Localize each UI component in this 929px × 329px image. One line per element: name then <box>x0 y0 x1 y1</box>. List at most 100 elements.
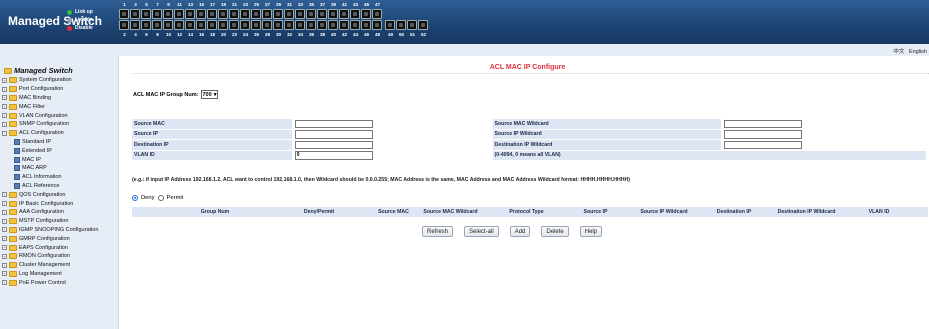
expand-icon[interactable]: + <box>2 245 7 251</box>
ethernet-port-icon[interactable] <box>306 20 316 30</box>
sidebar-item-mstp-configuration[interactable]: + MSTP Configuration <box>2 217 98 226</box>
destination-ip-wildcard-input[interactable] <box>724 140 803 149</box>
sidebar-item-acl-configuration[interactable]: − ACL Configuration <box>2 129 98 138</box>
sidebar-item-gmrp-configuration[interactable]: + GMRP Configuration <box>2 234 98 243</box>
ethernet-port-icon[interactable] <box>163 20 173 30</box>
ethernet-port-icon[interactable] <box>196 9 206 19</box>
ethernet-port-icon[interactable] <box>130 20 140 30</box>
sidebar-item-poe-power-control[interactable]: + PoE Power Control <box>2 278 98 287</box>
group-num-select[interactable]: 700 ▾ <box>200 90 219 99</box>
sidebar-item-qos-configuration[interactable]: + QOS Configuration <box>2 190 98 199</box>
ethernet-port-icon[interactable] <box>295 9 305 19</box>
expand-icon[interactable]: + <box>2 262 7 268</box>
sidebar-item-eaps-configuration[interactable]: + EAPS Configuration <box>2 243 98 252</box>
expand-icon[interactable]: + <box>2 121 7 127</box>
ethernet-port-icon[interactable] <box>350 20 360 30</box>
ethernet-port-icon[interactable] <box>152 9 162 19</box>
sidebar-item-mac-arp[interactable]: MAC ARP <box>2 164 98 173</box>
sfp-port-icon[interactable] <box>418 20 428 30</box>
ethernet-port-icon[interactable] <box>185 20 195 30</box>
ethernet-port-icon[interactable] <box>295 20 305 30</box>
lang-english-link[interactable]: English <box>909 49 927 55</box>
ethernet-port-icon[interactable] <box>229 20 239 30</box>
ethernet-port-icon[interactable] <box>207 9 217 19</box>
sidebar-item-igmp-snooping-configuration[interactable]: + IGMP SNOOPING Configuration <box>2 226 98 235</box>
ethernet-port-icon[interactable] <box>141 9 151 19</box>
sidebar-item-port-configuration[interactable]: + Port Configuration <box>2 85 98 94</box>
ethernet-port-icon[interactable] <box>372 20 382 30</box>
expand-icon[interactable]: + <box>2 113 7 119</box>
ethernet-port-icon[interactable] <box>119 9 129 19</box>
sidebar-item-ip-basic-configuration[interactable]: + IP Basic Configuration <box>2 199 98 208</box>
ethernet-port-icon[interactable] <box>273 20 283 30</box>
expand-icon[interactable]: + <box>2 218 7 224</box>
ethernet-port-icon[interactable] <box>218 20 228 30</box>
ethernet-port-icon[interactable] <box>196 20 206 30</box>
ethernet-port-icon[interactable] <box>119 20 129 30</box>
ethernet-port-icon[interactable] <box>262 9 272 19</box>
ethernet-port-icon[interactable] <box>262 20 272 30</box>
ethernet-port-icon[interactable] <box>317 9 327 19</box>
sfp-port-icon[interactable] <box>396 20 406 30</box>
ethernet-port-icon[interactable] <box>152 20 162 30</box>
source-ip-wildcard-input[interactable] <box>724 130 803 139</box>
sidebar-item-extended-ip[interactable]: Extended IP <box>2 146 98 155</box>
lang-chinese-link[interactable]: 中文 <box>893 49 904 55</box>
sidebar-item-mac-ip[interactable]: MAC IP <box>2 155 98 164</box>
ethernet-port-icon[interactable] <box>339 20 349 30</box>
ethernet-port-icon[interactable] <box>251 20 261 30</box>
ethernet-port-icon[interactable] <box>328 9 338 19</box>
sfp-port-icon[interactable] <box>407 20 417 30</box>
ethernet-port-icon[interactable] <box>284 9 294 19</box>
permit-radio[interactable] <box>157 195 164 201</box>
ethernet-port-icon[interactable] <box>240 20 250 30</box>
sfp-port-icon[interactable] <box>385 20 395 30</box>
sidebar-item-mac-filter[interactable]: + MAC Filter <box>2 102 98 111</box>
sidebar-item-mac-binding[interactable]: + MAC Binding <box>2 94 98 103</box>
sidebar-item-log-management[interactable]: + Log Management <box>2 270 98 279</box>
ethernet-port-icon[interactable] <box>163 9 173 19</box>
ethernet-port-icon[interactable] <box>240 9 250 19</box>
ethernet-port-icon[interactable] <box>141 20 151 30</box>
vlan-id-input[interactable]: 0 <box>294 151 373 160</box>
sidebar-item-system-configuration[interactable]: + System Configuration <box>2 76 98 85</box>
ethernet-port-icon[interactable] <box>174 9 184 19</box>
expand-icon[interactable]: + <box>2 236 7 242</box>
ethernet-port-icon[interactable] <box>317 20 327 30</box>
expand-icon[interactable]: + <box>2 86 7 92</box>
sidebar-item-snmp-configuration[interactable]: + SNMP Configuration <box>2 120 98 129</box>
ethernet-port-icon[interactable] <box>251 9 261 19</box>
ethernet-port-icon[interactable] <box>372 9 382 19</box>
expand-icon[interactable]: + <box>2 77 7 83</box>
ethernet-port-icon[interactable] <box>174 20 184 30</box>
expand-icon[interactable]: + <box>2 253 7 259</box>
refresh-button[interactable]: Refresh <box>422 226 454 237</box>
deny-radio[interactable] <box>132 195 138 201</box>
sidebar-item-acl-information[interactable]: ACL Information <box>2 173 98 182</box>
ethernet-port-icon[interactable] <box>273 9 283 19</box>
expand-icon[interactable]: + <box>2 209 7 215</box>
ethernet-port-icon[interactable] <box>229 9 239 19</box>
sidebar-item-aaa-configuration[interactable]: + AAA Configuration <box>2 208 98 217</box>
ethernet-port-icon[interactable] <box>185 9 195 19</box>
add-button[interactable]: Add <box>509 226 531 237</box>
sidebar-item-standard-ip[interactable]: Standard IP <box>2 138 98 147</box>
expand-icon[interactable]: + <box>2 95 7 101</box>
ethernet-port-icon[interactable] <box>350 9 360 19</box>
ethernet-port-icon[interactable] <box>284 20 294 30</box>
expand-icon[interactable]: + <box>2 280 7 286</box>
sidebar-item-rmon-configuration[interactable]: + RMON Configuration <box>2 252 98 261</box>
source-mac-wildcard-input[interactable] <box>724 119 803 128</box>
ethernet-port-icon[interactable] <box>218 9 228 19</box>
sidebar-item-acl-reference[interactable]: ACL Reference <box>2 182 98 191</box>
expand-icon[interactable]: + <box>2 201 7 207</box>
expand-icon[interactable]: + <box>2 104 7 110</box>
ethernet-port-icon[interactable] <box>328 20 338 30</box>
ethernet-port-icon[interactable] <box>361 20 371 30</box>
ethernet-port-icon[interactable] <box>361 9 371 19</box>
expand-icon[interactable]: + <box>2 192 7 198</box>
source-ip-input[interactable] <box>294 130 373 139</box>
collapse-icon[interactable]: − <box>2 130 7 136</box>
ethernet-port-icon[interactable] <box>339 9 349 19</box>
sidebar-item-cluster-management[interactable]: + Cluster Management <box>2 261 98 270</box>
